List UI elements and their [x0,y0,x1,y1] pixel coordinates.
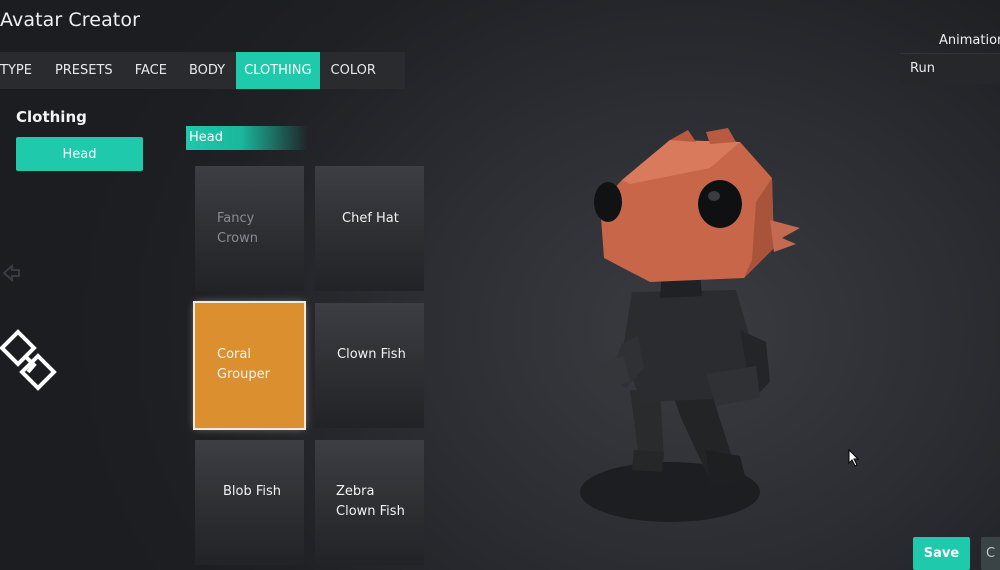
animation-select[interactable]: Run [900,53,1000,84]
save-button[interactable]: Save [913,537,970,570]
close-button[interactable]: C [981,537,1000,570]
tab-color[interactable]: COLOR [320,52,387,89]
item-label: Clown Fish [337,347,406,362]
mouse-cursor-icon [848,448,860,471]
item-card-zebra-clown-fish[interactable]: Zebra Clown Fish [315,440,424,565]
tab-clothing[interactable]: CLOTHING [236,52,320,89]
item-label: Chef Hat [342,211,399,226]
item-label: Fancy Crown [217,211,258,246]
diamond-arrows-icon[interactable] [0,326,66,400]
item-label: Coral Grouper [217,347,270,382]
item-label: Zebra Clown Fish [336,484,405,519]
tab-body[interactable]: BODY [178,52,236,89]
item-label: Blob Fish [223,484,282,499]
tab-bar: TYPE PRESETS FACE BODY CLOTHING COLOR [0,52,405,89]
avatar-preview[interactable] [560,120,820,544]
tab-type[interactable]: TYPE [0,52,44,89]
animation-label: Animation [939,33,1000,48]
section-title: Clothing [16,108,87,126]
faint-arrow-icon [0,262,22,288]
fish-head-hat [594,128,800,282]
item-card-clown-fish[interactable]: Clown Fish [315,303,424,428]
tab-face[interactable]: FACE [124,52,178,89]
app-title: Avatar Creator [0,9,140,31]
head-category-button[interactable]: Head [16,137,143,171]
category-header: Head [186,126,308,150]
item-card-fancy-crown[interactable]: Fancy Crown [195,166,304,291]
item-card-chef-hat[interactable]: Chef Hat [315,166,424,291]
item-card-blob-fish[interactable]: Blob Fish [195,440,304,565]
item-card-coral-grouper[interactable]: Coral Grouper [193,301,306,430]
tab-presets[interactable]: PRESETS [44,52,124,89]
